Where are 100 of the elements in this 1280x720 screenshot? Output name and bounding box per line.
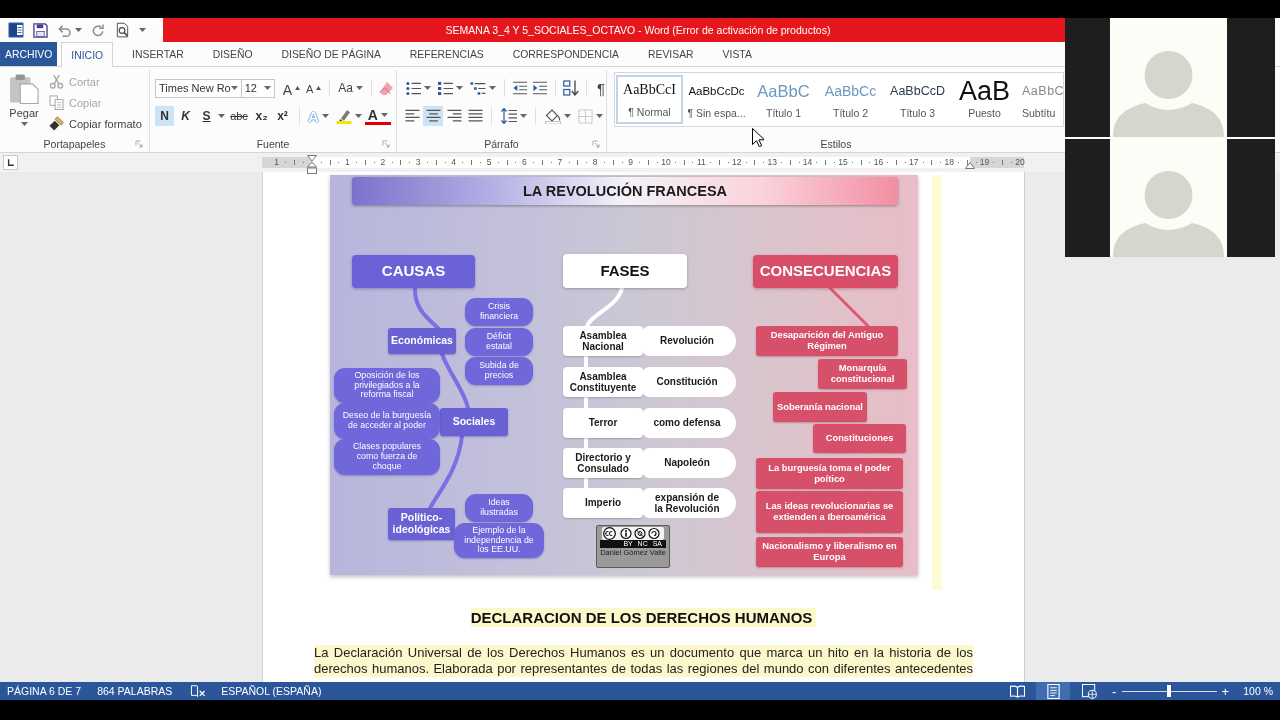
caret-icon (321, 114, 329, 118)
numbered-list-icon (438, 80, 453, 96)
indent-marker-icon[interactable] (965, 162, 975, 169)
up-arrow-icon (316, 86, 322, 90)
group-label: Estilos (820, 137, 852, 150)
subscript-button[interactable]: x₂ (252, 106, 271, 126)
redo-button[interactable] (91, 22, 106, 38)
ruler-number: 2 (380, 157, 386, 168)
person-silhouette-icon (1113, 171, 1224, 257)
style-preview: AaB (958, 78, 1010, 104)
style-option[interactable]: AaBbC Subtítu (1018, 75, 1064, 124)
bold-button[interactable]: N (155, 106, 174, 126)
strikethrough-button[interactable]: abc (228, 106, 250, 126)
superscript-button[interactable]: x² (273, 106, 292, 126)
align-right-icon (446, 109, 462, 123)
ruler-number: 8 (592, 157, 598, 168)
paste-button[interactable]: Pegar (3, 70, 45, 135)
up-arrow-icon (294, 86, 300, 90)
caret-icon (354, 114, 362, 118)
phase-note: Constitución (642, 367, 736, 397)
style-option[interactable]: AaBbCcD Título 3 (884, 75, 951, 124)
zoom-slider-thumb[interactable] (1166, 685, 1171, 697)
zoom-out-button[interactable]: - (1108, 682, 1121, 700)
underline-button[interactable]: S (197, 106, 216, 126)
caret-icon (218, 114, 225, 118)
file-tab[interactable]: ARCHIVO (0, 42, 58, 66)
grow-font-button[interactable]: A (279, 78, 303, 98)
indent-marker-icon[interactable] (307, 155, 317, 174)
sort-button[interactable] (561, 78, 581, 98)
caret-icon (456, 86, 463, 90)
ruler-number: 16 (873, 157, 884, 168)
consequence-node: Nacionalismo y liberalismo en Europa (756, 537, 903, 567)
style-option[interactable]: AaBbCc Título 2 (817, 75, 884, 124)
sort-icon (563, 80, 579, 96)
shrink-font-button[interactable]: A (302, 78, 325, 98)
phases-heading: FASES (563, 254, 687, 288)
connector-line (413, 286, 440, 330)
page-count[interactable]: PÁGINA 6 DE 7 (7, 682, 82, 700)
ruler-number: 1 (274, 157, 279, 168)
ribbon-tab[interactable]: DISEÑO DE PÁGINA (271, 42, 391, 66)
license-icon (600, 527, 666, 540)
style-preview: AaBbC (757, 80, 810, 102)
proofing-button[interactable] (190, 684, 207, 698)
word-count[interactable]: 864 PALABRAS (97, 682, 173, 700)
caret-icon (20, 122, 28, 126)
align-justify-icon (467, 109, 483, 123)
print-layout-button[interactable] (1036, 682, 1071, 700)
ruler-number: 12 (732, 157, 742, 168)
customize-toolbar-button[interactable] (139, 28, 146, 32)
ribbon-tab[interactable]: DISEÑO (202, 42, 263, 66)
ribbon-tab[interactable]: INICIO (61, 42, 114, 67)
connector-line (440, 352, 470, 410)
ruler-number: 3 (415, 157, 421, 168)
save-icon (33, 22, 48, 38)
eraser-icon (379, 80, 394, 96)
save-button[interactable] (33, 22, 48, 38)
ribbon-tab[interactable]: REFERENCIAS (399, 42, 494, 66)
cause-node: Crisis financiera (465, 298, 533, 326)
zoom-in-button[interactable]: + (1219, 682, 1232, 700)
style-preview: AaBbCcDc (688, 84, 745, 99)
style-option[interactable]: AaBbCcI ¶ Normal (616, 75, 683, 124)
ribbon-tab[interactable]: VISTA (712, 42, 762, 66)
ruler-number: 11 (697, 157, 706, 168)
style-option[interactable]: AaBbC Título 1 (750, 75, 817, 124)
font-size-field[interactable]: 12 (240, 78, 275, 98)
align-center-button[interactable] (423, 106, 443, 126)
ribbon-tab[interactable]: REVISAR (638, 42, 704, 66)
ribbon-tab[interactable]: CORRESPONDENCIA (502, 42, 629, 66)
app-icon (8, 22, 24, 38)
phase-node: Asamblea Constituyente (563, 367, 643, 397)
group-label: Portapapeles (43, 137, 106, 150)
consequence-node: Monarquía constitucional (818, 359, 907, 389)
show-marks-button[interactable]: ¶ (594, 78, 609, 98)
print-preview-button[interactable] (115, 22, 130, 38)
ruler-number: 17 (909, 157, 919, 168)
ribbon-tab[interactable]: INSERTAR (122, 42, 194, 66)
border-grid-icon (578, 108, 593, 124)
launcher-icon (382, 139, 390, 148)
caret-icon (596, 114, 603, 118)
change-case-button[interactable]: Aa (335, 78, 366, 98)
text-effects-button[interactable]: A (305, 106, 332, 126)
style-option[interactable]: AaBbCcDc ¶ Sin espa... (683, 75, 750, 124)
redo-icon (91, 22, 106, 38)
ruler-number: 13 (767, 157, 777, 168)
language-indicator[interactable]: ESPAÑOL (ESPAÑA) (221, 682, 322, 700)
style-option[interactable]: AaB Puesto (951, 75, 1018, 124)
cause-node: Ejemplo de la independencia de los EE.UU. (454, 523, 544, 558)
font-name-field[interactable]: Times New Ro (155, 78, 242, 98)
format-painter-button[interactable]: Copiar formato (47, 113, 144, 134)
connector-line (828, 286, 870, 328)
font-color-button[interactable]: A (364, 107, 391, 125)
line-spacing-icon (501, 108, 517, 124)
ruler-number: 6 (522, 157, 527, 168)
group-label: Fuente (256, 137, 290, 150)
zoom-level[interactable]: 100 % (1243, 682, 1273, 700)
caret-icon (263, 86, 271, 90)
cause-node: Oposición de los privilegiados a la reforma fiscal (334, 368, 440, 403)
phase-note: Napoleón (642, 448, 736, 478)
connector-line (584, 354, 588, 369)
italic-button[interactable]: K (176, 106, 195, 126)
